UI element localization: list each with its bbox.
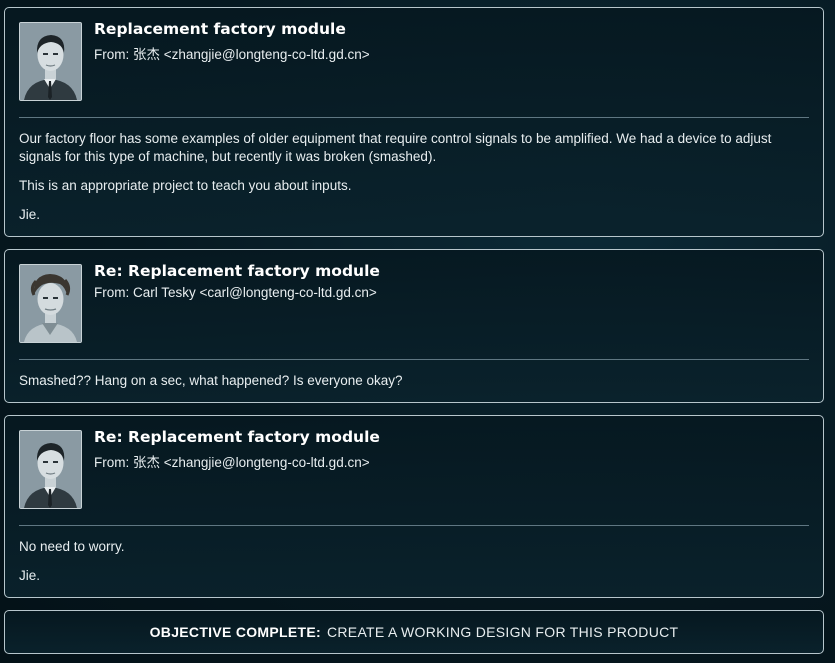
avatar-carl-tesky-icon xyxy=(19,264,82,343)
email-subject: Replacement factory module xyxy=(94,20,346,38)
email-message: Re: Replacement factory module From: Car… xyxy=(4,249,824,403)
divider xyxy=(19,117,809,118)
email-paragraph: No need to worry. xyxy=(19,539,125,554)
email-message: Replacement factory module From: 张杰 <zha… xyxy=(4,7,824,237)
email-signature: Jie. xyxy=(19,207,41,222)
email-paragraph: This is an appropriate project to teach … xyxy=(19,178,352,193)
email-subject: Re: Replacement factory module xyxy=(94,428,380,446)
email-signature: Jie. xyxy=(19,568,41,583)
email-subject: Re: Replacement factory module xyxy=(94,262,380,280)
email-sender: From: Carl Tesky <carl@longteng-co-ltd.g… xyxy=(94,285,377,300)
avatar-zhang-jie-icon xyxy=(19,22,82,101)
email-body: No need to worry. Jie. xyxy=(19,538,809,596)
email-paragraph: Our factory floor has some examples of o… xyxy=(19,131,772,164)
email-message: Re: Replacement factory module From: 张杰 … xyxy=(4,415,824,598)
email-body: Smashed?? Hang on a sec, what happened? … xyxy=(19,372,809,401)
avatar-zhang-jie-icon xyxy=(19,430,82,509)
objective-text: CREATE A WORKING DESIGN FOR THIS PRODUCT xyxy=(326,624,679,640)
objective-status: OBJECTIVE COMPLETE: xyxy=(149,624,321,640)
email-paragraph: Smashed?? Hang on a sec, what happened? … xyxy=(19,373,403,388)
divider xyxy=(19,525,809,526)
email-sender: From: 张杰 <zhangjie@longteng-co-ltd.gd.cn… xyxy=(94,47,370,62)
email-sender: From: 张杰 <zhangjie@longteng-co-ltd.gd.cn… xyxy=(94,455,370,470)
objective-banner: OBJECTIVE COMPLETE: CREATE A WORKING DES… xyxy=(4,610,824,654)
email-body: Our factory floor has some examples of o… xyxy=(19,130,809,235)
divider xyxy=(19,359,809,360)
